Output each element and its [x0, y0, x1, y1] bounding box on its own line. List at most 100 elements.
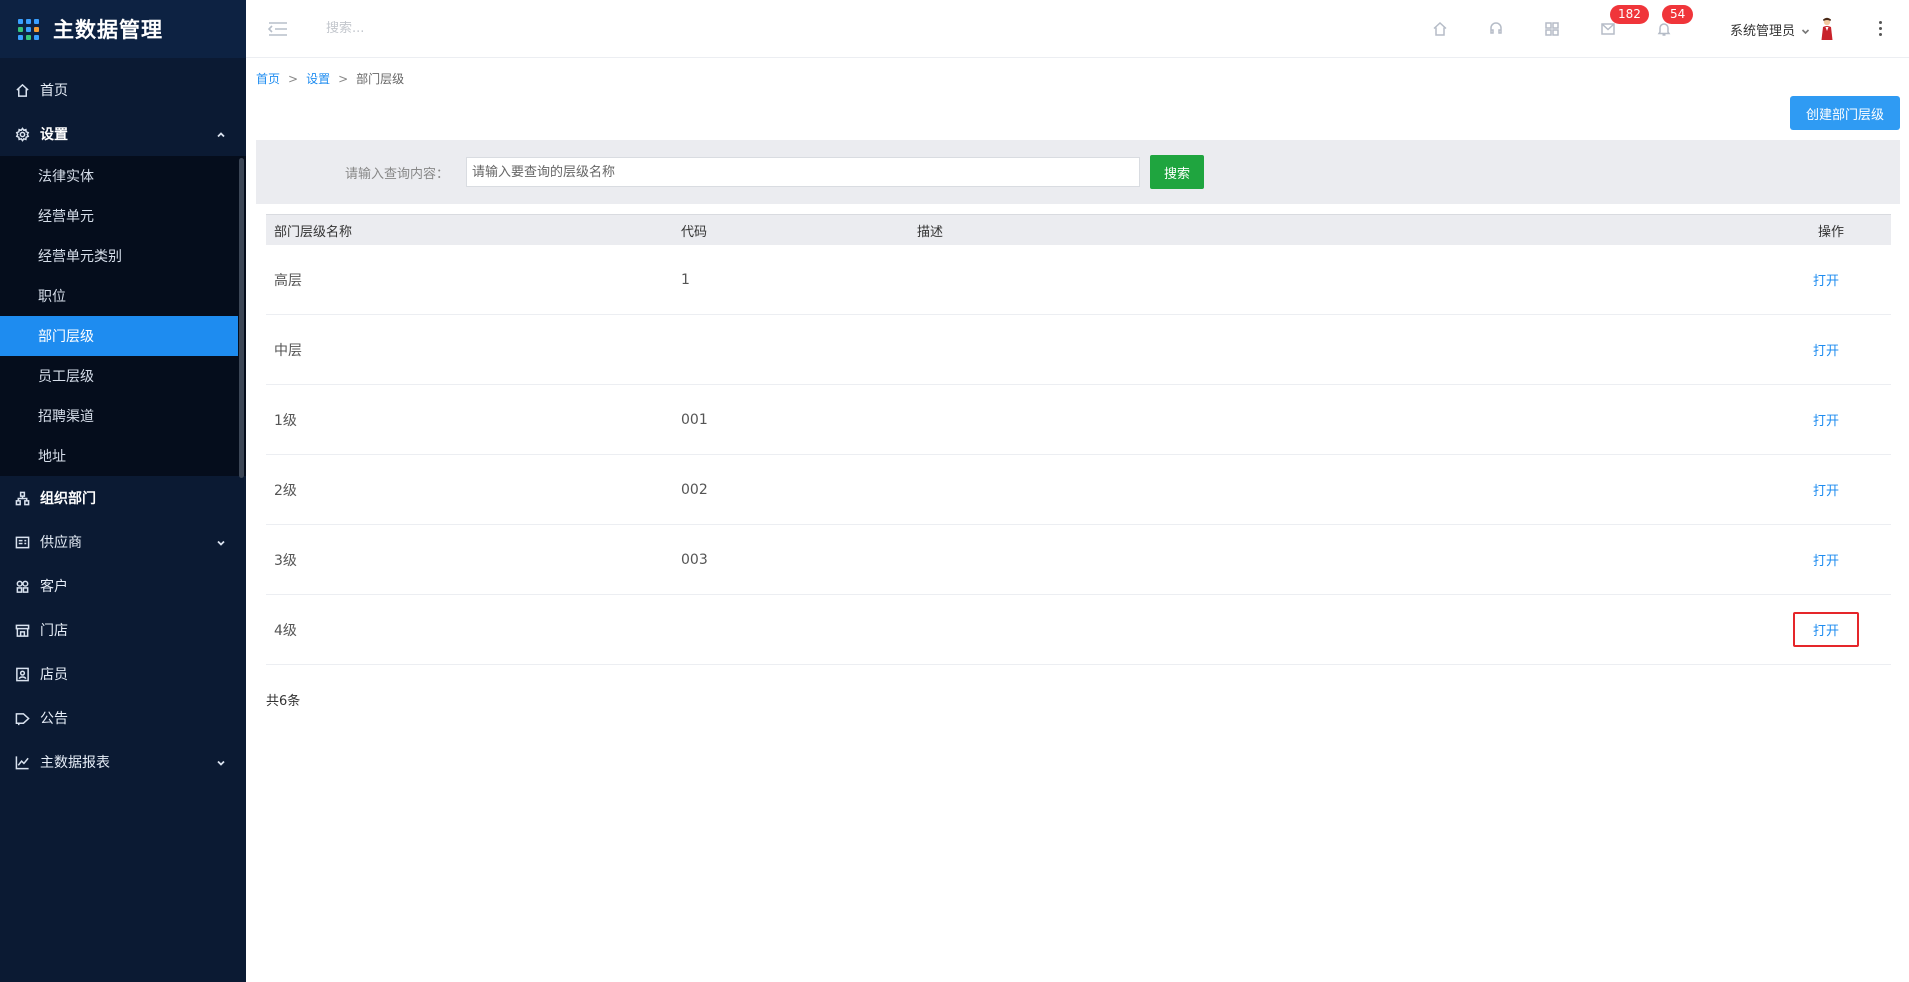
menu-toggle-icon[interactable] [267, 21, 288, 37]
cell-name: 中层 [274, 342, 302, 359]
gear-icon [14, 126, 30, 142]
open-link[interactable]: 打开 [1793, 472, 1859, 507]
notifications-badge: 54 [1662, 5, 1694, 24]
sidebar-item-supplier[interactable]: 供应商 [0, 520, 246, 564]
level-name-search-input[interactable] [466, 157, 1140, 187]
brand: 主数据管理 [0, 0, 246, 58]
header-icons: 182 54 [1412, 0, 1694, 58]
sidebar-item-label: 设置 [40, 127, 68, 143]
global-search-input[interactable] [326, 21, 526, 36]
table-row: 1级 001 打开 [266, 385, 1891, 455]
open-link[interactable]: 打开 [1793, 402, 1859, 437]
top-header: 182 54 系统管理员 [246, 0, 1909, 58]
cell-name: 2级 [274, 482, 297, 499]
user-name: 系统管理员 [1730, 23, 1796, 39]
open-link-highlighted[interactable]: 打开 [1792, 612, 1859, 647]
supplier-icon [14, 534, 30, 550]
sidebar-item-organization[interactable]: 组织部门 [0, 476, 246, 520]
chevron-up-icon [216, 128, 226, 138]
sidebar-item-label: 店员 [40, 667, 68, 683]
sidebar-subitem-employee-level[interactable]: 员工层级 [0, 356, 246, 396]
department-level-table: 部门层级名称 代码 描述 操作 高层 1 打开 中层 打开 1级 001 打开 … [266, 214, 1891, 665]
submenu-scrollbar[interactable] [239, 158, 244, 478]
sidebar-item-label: 门店 [40, 623, 68, 639]
chevron-down-icon [216, 756, 226, 766]
sidebar-item-master-report[interactable]: 主数据报表 [0, 740, 246, 784]
sidebar-item-clerk[interactable]: 店员 [0, 652, 246, 696]
home-shortcut-button[interactable] [1412, 0, 1468, 58]
sidebar-item-label: 公告 [40, 711, 68, 727]
app-title: 主数据管理 [53, 18, 163, 42]
home-icon [14, 82, 30, 98]
settings-submenu: 法律实体 经营单元 经营单元类别 职位 部门层级 员工层级 招聘渠道 地址 [0, 156, 246, 478]
chevron-down-icon [1801, 25, 1810, 34]
headset-icon [1490, 22, 1502, 34]
sidebar-subitem-position[interactable]: 职位 [0, 276, 246, 316]
cell-name: 3级 [274, 552, 297, 569]
sidebar: 主数据管理 首页 设置 法律实体 经营单元 经营单元类别 职位 部门层级 员工层… [0, 0, 246, 982]
avatar[interactable] [1818, 17, 1836, 41]
cell-code: 1 [681, 271, 690, 288]
breadcrumb-separator: > [338, 71, 349, 86]
breadcrumb: 首页 > 设置 > 部门层级 [256, 70, 404, 87]
create-department-level-button[interactable]: 创建部门层级 [1790, 96, 1900, 130]
sidebar-item-customer[interactable]: 客户 [0, 564, 246, 608]
search-panel: 请输入查询内容： 搜索 [256, 140, 1900, 204]
open-link[interactable]: 打开 [1793, 332, 1859, 367]
sidebar-item-label: 客户 [40, 579, 68, 595]
sidebar-subitem-legal-entity[interactable]: 法律实体 [0, 156, 246, 196]
table-row: 高层 1 打开 [266, 245, 1891, 315]
home-icon [1433, 21, 1447, 36]
table-row: 3级 003 打开 [266, 525, 1891, 595]
open-link[interactable]: 打开 [1793, 542, 1859, 577]
cell-name: 1级 [274, 412, 297, 429]
cell-name: 高层 [274, 272, 302, 289]
search-button[interactable]: 搜索 [1150, 155, 1204, 189]
support-button[interactable] [1468, 0, 1524, 58]
cell-code: 003 [681, 551, 708, 568]
column-header-operation: 操作 [1817, 224, 1844, 240]
sidebar-subitem-address[interactable]: 地址 [0, 436, 246, 476]
breadcrumb-settings[interactable]: 设置 [306, 70, 330, 87]
column-header-description: 描述 [917, 224, 944, 240]
total-count: 共6条 [266, 694, 301, 709]
cell-name: 4级 [274, 622, 297, 639]
messages-button[interactable]: 182 [1580, 0, 1649, 58]
table-row: 2级 002 打开 [266, 455, 1891, 525]
sidebar-item-store[interactable]: 门店 [0, 608, 246, 652]
sidebar-item-label: 主数据报表 [40, 755, 110, 771]
grid-icon [1545, 22, 1559, 36]
sidebar-subitem-business-unit-type[interactable]: 经营单元类别 [0, 236, 246, 276]
column-header-code: 代码 [681, 224, 708, 240]
chart-icon [14, 754, 30, 770]
table-row: 4级 打开 [266, 595, 1891, 665]
more-options-icon[interactable] [1873, 18, 1887, 38]
mail-icon [1601, 23, 1615, 35]
sidebar-item-home[interactable]: 首页 [0, 68, 246, 112]
chevron-down-icon [216, 536, 226, 546]
store-icon [14, 622, 30, 638]
app-grid-logo-icon [18, 18, 39, 40]
cell-code: 001 [681, 411, 708, 428]
customer-icon [14, 578, 30, 594]
apps-button[interactable] [1524, 0, 1580, 58]
table-row: 中层 打开 [266, 315, 1891, 385]
notifications-button[interactable]: 54 [1636, 0, 1694, 58]
open-link[interactable]: 打开 [1793, 262, 1859, 297]
column-header-name: 部门层级名称 [274, 224, 353, 240]
search-label: 请输入查询内容： [345, 166, 450, 182]
sidebar-item-label: 首页 [40, 83, 68, 99]
sidebar-subitem-business-unit[interactable]: 经营单元 [0, 196, 246, 236]
sidebar-subitem-department-level[interactable]: 部门层级 [0, 316, 238, 356]
sidebar-item-label: 组织部门 [40, 491, 96, 507]
sidebar-subitem-recruit-channel[interactable]: 招聘渠道 [0, 396, 246, 436]
user-menu[interactable]: 系统管理员 [1730, 0, 1836, 58]
cell-code: 002 [681, 481, 708, 498]
table-header: 部门层级名称 代码 描述 操作 [266, 214, 1891, 245]
breadcrumb-home[interactable]: 首页 [256, 70, 280, 87]
sidebar-item-settings[interactable]: 设置 [0, 112, 246, 156]
announcement-icon [14, 710, 30, 726]
breadcrumb-separator: > [288, 71, 299, 86]
breadcrumb-current: 部门层级 [356, 72, 405, 86]
sidebar-item-announcement[interactable]: 公告 [0, 696, 246, 740]
